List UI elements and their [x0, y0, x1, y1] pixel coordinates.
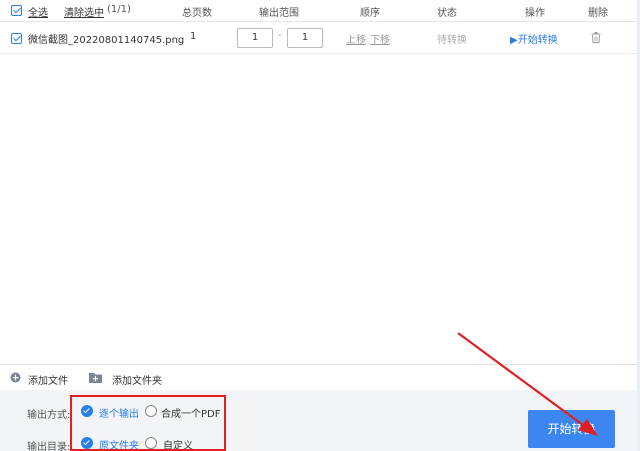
- selection-count: (1/1): [107, 4, 131, 15]
- add-circle-icon[interactable]: [10, 372, 21, 383]
- status-text: 待转换: [437, 35, 467, 46]
- col-order: 顺序: [360, 8, 380, 19]
- start-convert-link[interactable]: ▶开始转换: [510, 31, 558, 46]
- file-list-header: 全选 清除选中 (1/1) 总页数 输出范围 顺序 状态 操作 删除: [0, 0, 637, 22]
- file-list-empty-area: [0, 55, 637, 364]
- trash-icon[interactable]: [591, 32, 601, 43]
- row-checkbox[interactable]: [11, 33, 22, 44]
- output-mode-label: 输出方式:: [27, 410, 71, 421]
- highlight-box: [70, 395, 226, 451]
- clear-selected-link[interactable]: 清除选中: [64, 4, 104, 19]
- add-file-button[interactable]: 添加文件: [28, 372, 68, 387]
- move-down-link[interactable]: 下移: [370, 31, 390, 46]
- col-delete: 删除: [588, 8, 608, 19]
- total-pages-value: 1: [190, 31, 197, 42]
- range-to-input[interactable]: 1: [287, 28, 323, 48]
- add-folder-button[interactable]: 添加文件夹: [112, 372, 162, 387]
- col-output-range: 输出范围: [259, 8, 299, 19]
- output-dir-label: 输出目录:: [27, 442, 71, 451]
- range-from-input[interactable]: 1: [237, 28, 273, 48]
- col-action: 操作: [525, 8, 545, 19]
- bottom-toolbar: 添加文件 添加文件夹: [0, 364, 637, 390]
- move-up-link[interactable]: 上移: [346, 31, 366, 46]
- select-all-link[interactable]: 全选: [28, 4, 48, 19]
- col-status: 状态: [437, 8, 457, 19]
- add-folder-icon[interactable]: [89, 372, 102, 383]
- file-name: 微信截图_20220801140745.png: [28, 35, 185, 46]
- table-row: 微信截图_20220801140745.png 1 1 - 1 上移 下移 待转…: [0, 22, 637, 54]
- select-all-checkbox[interactable]: [11, 5, 22, 16]
- start-convert-button[interactable]: 开始转换: [528, 410, 615, 448]
- col-total-pages: 总页数: [182, 8, 212, 19]
- range-separator: -: [278, 30, 282, 41]
- converter-window: 全选 清除选中 (1/1) 总页数 输出范围 顺序 状态 操作 删除 微信截图_…: [0, 0, 640, 451]
